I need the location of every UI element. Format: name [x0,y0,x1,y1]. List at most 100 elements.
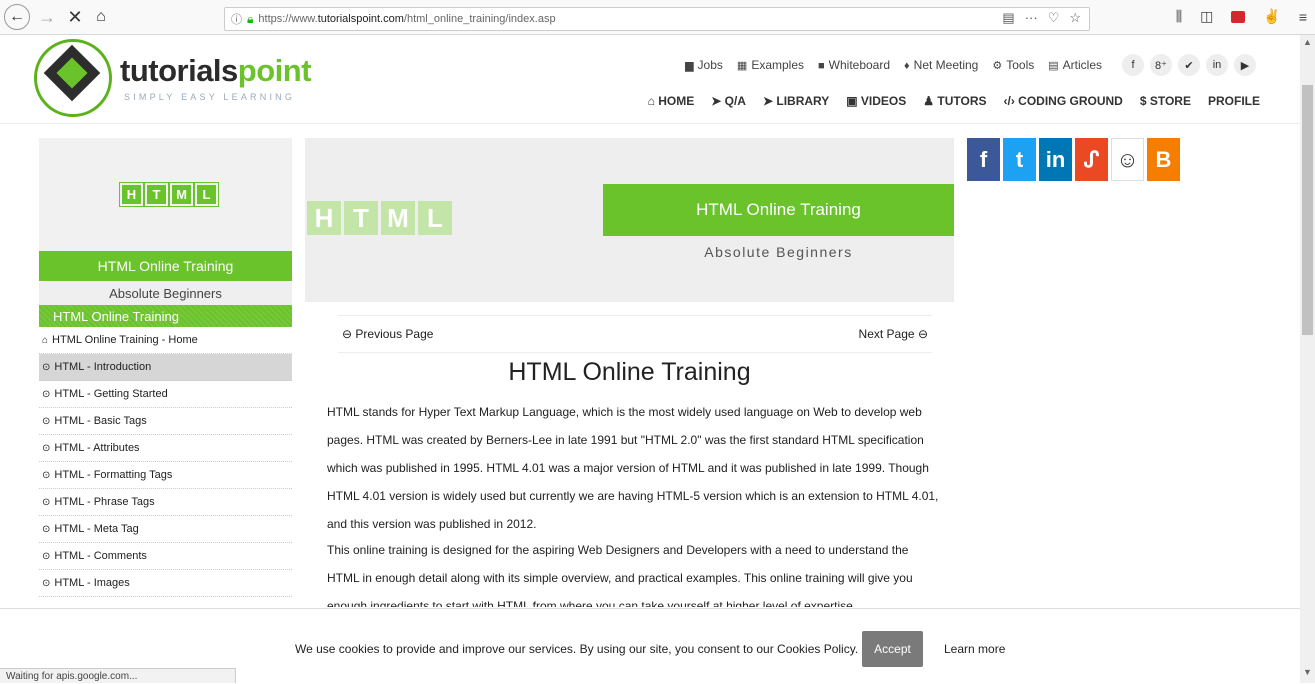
site-logo[interactable]: tutorialspoint SIMPLY EASY LEARNING [34,39,314,119]
sidebar-item-attributes[interactable]: ⊙ HTML - Attributes [39,435,292,462]
circle-arrow-icon: ⊙ [42,469,51,481]
twitter-icon[interactable]: t [1003,138,1036,181]
social-share: f t in ᔑ ☺ B [967,138,1180,181]
top-link-tools[interactable]: ⚙ Tools [992,58,1034,72]
briefcase-icon: ▆ [685,60,694,72]
sidebar-item-introduction[interactable]: ⊙ HTML - Introduction [39,354,292,381]
linkedin-icon[interactable]: in [1206,54,1228,76]
nav-videos[interactable]: ▣ VIDEOS [846,94,906,108]
course-banner: H T M L HTML Online Training Absolute Be… [305,138,954,302]
sidebar-banner: H T M L [39,138,292,251]
blogger-icon[interactable]: B [1147,138,1180,181]
nav-coding-ground[interactable]: ‹/› CODING GROUND [1004,94,1123,108]
url-bar[interactable]: ⓘ 🔒︎ https://www.tutorialspoint.com/html… [224,7,1090,31]
nav-qa[interactable]: ➤ Q/A [711,94,746,108]
nav-home[interactable]: ⌂ HOME [648,94,695,108]
sidebar-icon[interactable]: ◫ [1200,8,1213,25]
extension-icon[interactable]: ✌ [1263,8,1280,25]
circle-arrow-icon: ⊙ [42,442,51,454]
learn-more-link[interactable]: Learn more [944,642,1005,656]
html-tiles: H T M L [119,182,219,207]
url-text: https://www.tutorialspoint.com/html_onli… [258,13,556,25]
top-links: ▆ Jobs ▦ Examples ■ Whiteboard ♦ Net Meeting… [685,54,1256,76]
circle-arrow-icon: ⊙ [42,550,51,562]
pager: ⊖ Previous Page Next Page ⊖ [338,315,932,353]
page-title: HTML Online Training [508,358,751,386]
sidebar-subtitle: Absolute Beginners [39,281,292,305]
linkedin-icon[interactable]: in [1039,138,1072,181]
circle-arrow-icon: ⊙ [42,496,51,508]
sidebar-item-images[interactable]: ⊙ HTML - Images [39,570,292,597]
sidebar-item-formatting-tags[interactable]: ⊙ HTML - Formatting Tags [39,462,292,489]
banner-html-tiles: H T M L [307,201,452,235]
nav-store[interactable]: $ STORE [1140,94,1191,108]
previous-page-link[interactable]: ⊖ Previous Page [342,327,433,341]
stumbleupon-icon[interactable]: ᔑ [1075,138,1108,181]
board-icon: ■ [818,60,825,72]
reddit-icon[interactable]: ☺ [1111,138,1144,181]
site-header: tutorialspoint SIMPLY EASY LEARNING ▆ Job… [0,35,1300,124]
circle-arrow-icon: ⊙ [42,415,51,427]
sidebar-item-phrase-tags[interactable]: ⊙ HTML - Phrase Tags [39,489,292,516]
forward-button[interactable]: → [34,4,60,30]
addon-icon[interactable] [1231,10,1246,23]
cogs-icon: ⚙ [992,60,1003,72]
bookmark-star-icon[interactable]: ☆ [1069,10,1081,26]
top-link-netmeeting[interactable]: ♦ Net Meeting [904,58,978,72]
accept-button[interactable]: Accept [862,631,923,667]
scroll-up-icon[interactable]: ▲ [1300,37,1315,51]
logo-name: tutorialspoint [120,53,312,88]
circle-arrow-icon: ⊙ [42,577,51,589]
top-link-examples[interactable]: ▦ Examples [737,58,804,72]
scroll-thumb[interactable] [1302,85,1313,335]
circle-arrow-icon: ⊙ [42,361,51,373]
status-bar: Waiting for apis.google.com... [0,668,236,683]
audience-paragraph: This online training is designed for the… [327,543,913,607]
circle-arrow-left-icon: ⊖ [342,327,353,341]
facebook-icon[interactable]: f [967,138,1000,181]
sidebar-section-head: HTML Online Training [39,305,292,327]
youtube-icon[interactable]: ▶ [1234,54,1256,76]
circle-arrow-icon: ⊙ [42,523,51,535]
circle-arrow-icon: ⊙ [42,388,51,400]
menu-icon[interactable]: ≡ [1299,9,1307,25]
library-icon[interactable]: ⫼ [1176,8,1182,25]
google-plus-icon[interactable]: 8⁺ [1150,54,1172,76]
browser-toolbar: ← → ✕ ⌂ ⓘ 🔒︎ https://www.tutorialspoint.… [0,0,1315,35]
sidebar-title: HTML Online Training [39,251,292,281]
home-icon[interactable]: ⌂ [88,4,114,30]
main-nav: ⌂ HOME ➤ Q/A ➤ LIBRARY ▣ VIDEOS ♟ TUTORS… [648,94,1260,108]
scroll-down-icon[interactable]: ▼ [1300,667,1315,681]
main-content: ⊖ Previous Page Next Page ⊖ HTML Online … [305,302,954,607]
back-button[interactable]: ← [4,4,30,30]
circle-arrow-right-icon: ⊖ [917,327,928,341]
page-scrollbar[interactable]: ▲ ▼ [1300,35,1315,683]
file-icon: ▦ [736,60,748,72]
banner-title: HTML Online Training [603,184,954,236]
pocket-icon[interactable]: ♡ [1048,10,1060,26]
reader-view-icon[interactable]: ▤ [1002,10,1014,26]
banner-subtitle: Absolute Beginners [704,244,853,260]
info-icon[interactable]: ⓘ [231,11,242,27]
stop-button[interactable]: ✕ [62,4,88,30]
top-link-whiteboard[interactable]: ■ Whiteboard [818,58,890,72]
home-icon: ⌂ [42,334,49,346]
twitter-icon[interactable]: ✔ [1178,54,1200,76]
top-link-articles[interactable]: ▤ Articles [1048,58,1102,72]
facebook-icon[interactable]: f [1122,54,1144,76]
next-page-link[interactable]: Next Page ⊖ [859,327,928,341]
top-link-jobs[interactable]: ▆ Jobs [685,58,723,72]
sidebar-item-comments[interactable]: ⊙ HTML - Comments [39,543,292,570]
sidebar-item-basic-tags[interactable]: ⊙ HTML - Basic Tags [39,408,292,435]
lock-icon[interactable]: 🔒︎ [247,12,253,27]
cookie-text: We use cookies to provide and improve ou… [295,642,859,656]
sidebar-item-home[interactable]: ⌂ HTML Online Training - Home [39,327,292,354]
page-actions-icon[interactable]: ··· [1025,10,1038,26]
intro-paragraph: HTML stands for Hyper Text Markup Langua… [327,405,939,531]
sidebar: H T M L HTML Online Training Absolute Be… [39,138,292,610]
sidebar-item-meta-tag[interactable]: ⊙ HTML - Meta Tag [39,516,292,543]
nav-profile[interactable]: PROFILE [1208,94,1260,108]
sidebar-item-getting-started[interactable]: ⊙ HTML - Getting Started [39,381,292,408]
nav-tutors[interactable]: ♟ TUTORS [923,94,986,108]
nav-library[interactable]: ➤ LIBRARY [763,94,829,108]
